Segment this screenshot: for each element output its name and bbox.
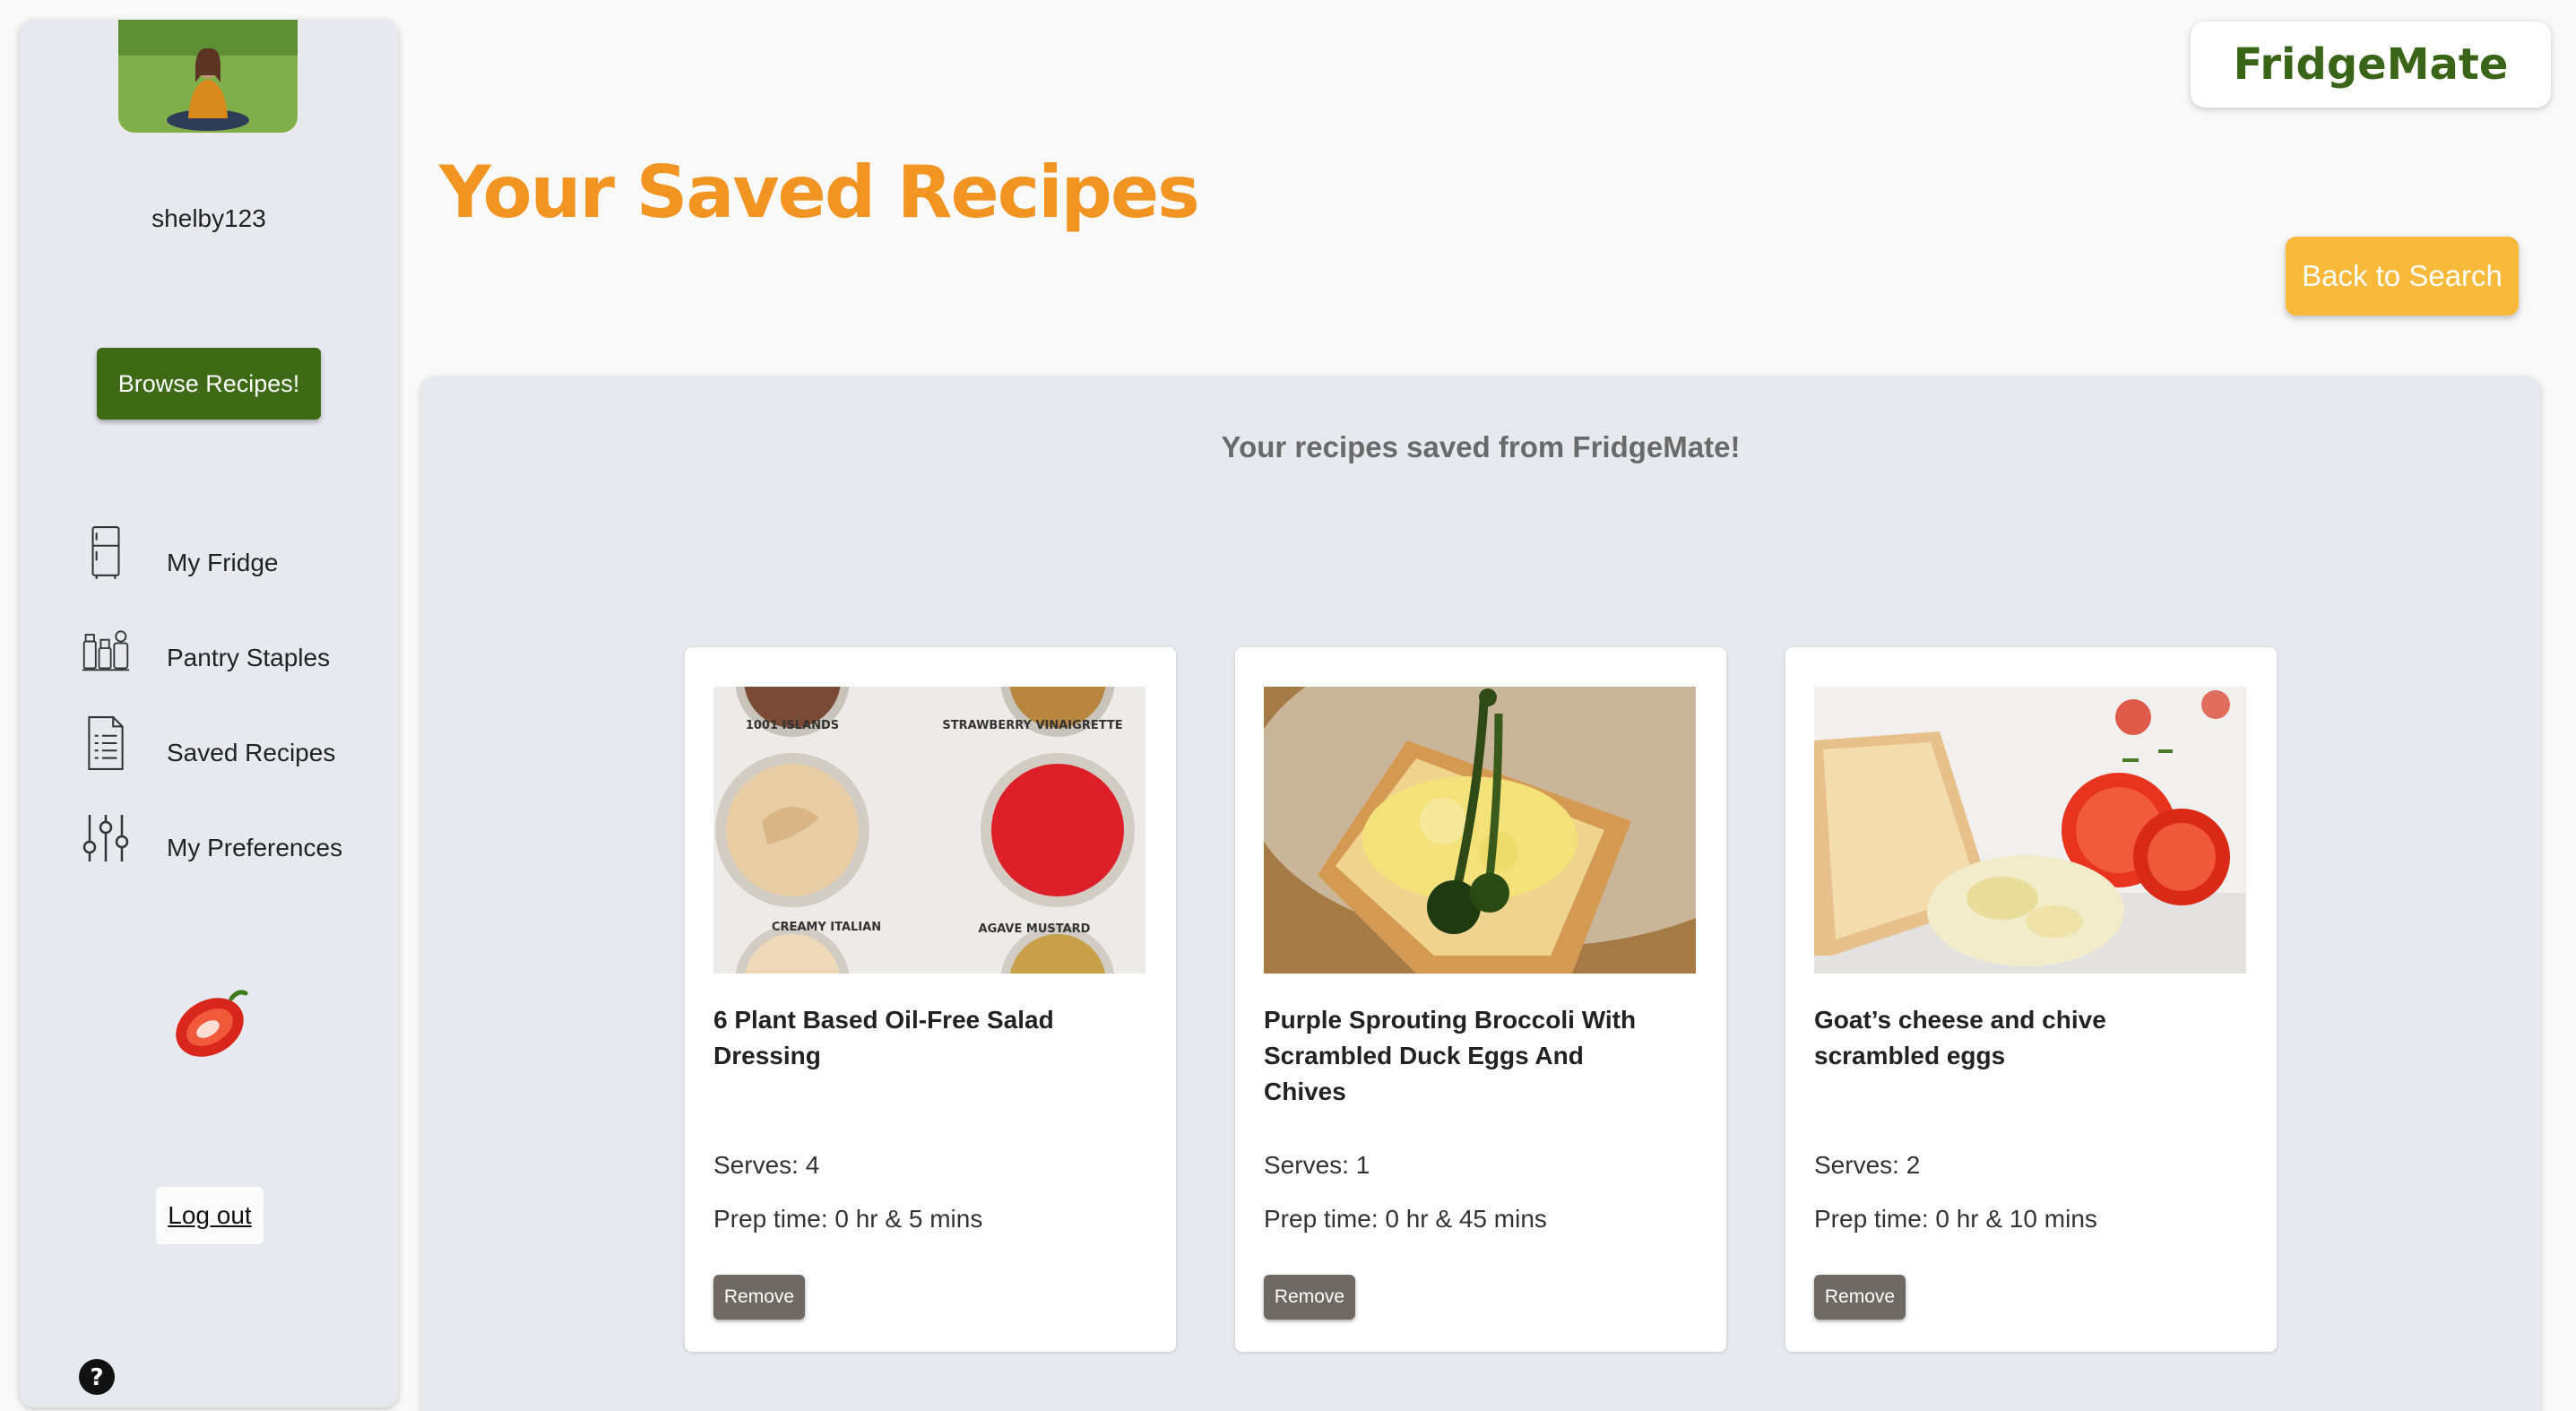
image-label: AGAVE MUSTARD (979, 922, 1091, 936)
recipe-image[interactable]: 1001 ISLANDS STRAWBERRY VINAIGRETTE CREA… (713, 687, 1145, 974)
recipe-title[interactable]: Purple Sprouting Broccoli With Scrambled… (1264, 1002, 1640, 1110)
brand-logo[interactable]: FridgeMate (2191, 22, 2551, 108)
nav-label: Saved Recipes (167, 739, 336, 766)
nav-label: My Preferences (167, 834, 343, 861)
remove-button[interactable]: Remove (1814, 1275, 1906, 1320)
saved-recipes-panel: Your recipes saved from FridgeMate! 1001… (421, 377, 2540, 1411)
image-label: 1001 ISLANDS (746, 719, 839, 732)
question-circle-icon[interactable]: ? (77, 1357, 117, 1397)
sidebar-item-my-preferences[interactable]: My Preferences (73, 807, 378, 870)
sidebar-item-saved-recipes[interactable]: Saved Recipes (73, 712, 378, 775)
image-label: STRAWBERRY VINAIGRETTE (942, 719, 1122, 732)
recipe-card[interactable]: Goat’s cheese and chive scrambled eggs S… (1785, 647, 2277, 1352)
recipe-image[interactable] (1264, 687, 1696, 974)
recipe-serves: Serves: 4 (713, 1151, 820, 1179)
recipe-serves: Serves: 1 (1264, 1151, 1370, 1179)
svg-text:?: ? (90, 1364, 103, 1391)
image-label: CREAMY ITALIAN (772, 921, 881, 934)
sidebar: shelby123 Browse Recipes! My Fridge Pant… (20, 20, 398, 1407)
recipe-title[interactable]: 6 Plant Based Oil-Free Salad Dressing (713, 1002, 1090, 1074)
username: shelby123 (151, 204, 266, 232)
recipe-prep-time: Prep time: 0 hr & 5 mins (713, 1205, 983, 1233)
pantry-icon (73, 617, 138, 680)
browse-recipes-button[interactable]: Browse Recipes! (97, 348, 321, 420)
chili-pepper-logo (176, 990, 248, 1057)
recipe-card[interactable]: Purple Sprouting Broccoli With Scrambled… (1235, 647, 1726, 1352)
logout-button[interactable]: Log out (156, 1187, 264, 1244)
panel-subtitle: Your recipes saved from FridgeMate! (1221, 430, 1741, 463)
sliders-icon (73, 807, 138, 870)
recipe-card[interactable]: 1001 ISLANDS STRAWBERRY VINAIGRETTE CREA… (685, 647, 1176, 1352)
recipe-title[interactable]: Goat’s cheese and chive scrambled eggs (1814, 1002, 2191, 1074)
back-to-search-button[interactable]: Back to Search (2286, 237, 2519, 316)
fridge-icon (73, 522, 138, 584)
sidebar-item-my-fridge[interactable]: My Fridge (73, 522, 378, 584)
recipe-prep-time: Prep time: 0 hr & 10 mins (1814, 1205, 2097, 1233)
recipe-serves: Serves: 2 (1814, 1151, 1921, 1179)
nav-label: My Fridge (167, 549, 279, 576)
remove-button[interactable]: Remove (713, 1275, 805, 1320)
sidebar-item-pantry-staples[interactable]: Pantry Staples (73, 617, 378, 680)
document-list-icon (73, 712, 138, 775)
page-title: Your Saved Recipes (439, 151, 1200, 234)
recipe-image[interactable] (1814, 687, 2246, 974)
avatar[interactable] (118, 20, 298, 133)
nav-label: Pantry Staples (167, 644, 331, 671)
recipe-prep-time: Prep time: 0 hr & 45 mins (1264, 1205, 1547, 1233)
remove-button[interactable]: Remove (1264, 1275, 1355, 1320)
